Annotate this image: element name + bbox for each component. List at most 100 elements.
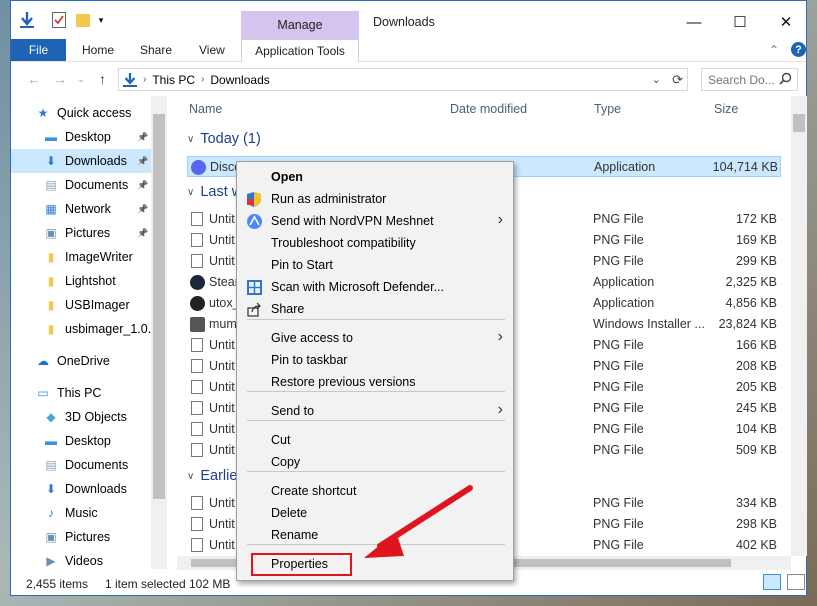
png-file-icon	[191, 254, 203, 268]
file-size: 4,856 KB	[725, 296, 777, 310]
quick-access-download-icon[interactable]	[19, 11, 35, 29]
file-size: 104 KB	[735, 422, 777, 436]
column-header-name[interactable]: Name	[189, 96, 222, 122]
column-header-size[interactable]: Size	[714, 96, 738, 122]
status-selection: 1 item selected	[105, 577, 186, 591]
nav-item[interactable]: ♪ Music	[11, 501, 151, 525]
menu-item-pin-to-start[interactable]: Pin to Start	[237, 254, 513, 276]
star-icon: ★	[37, 106, 49, 120]
nav-item[interactable]: ▣ Pictures 📌	[11, 221, 151, 245]
manage-context-tab[interactable]: Manage	[241, 11, 359, 39]
nav-item[interactable]: ▤ Documents	[11, 453, 151, 477]
nav-item-label: ImageWriter	[65, 250, 133, 264]
ribbon-tabs: File Home Share View Application Tools ⌃…	[11, 39, 806, 62]
nav-item-label: This PC	[57, 386, 102, 400]
group-earlier[interactable]: ∨ Earlier	[187, 468, 242, 484]
file-type: Windows Installer ...	[593, 317, 705, 331]
address-box[interactable]: › This PC › Downloads ⌄ ⟳	[118, 68, 688, 91]
details-view-icon[interactable]	[763, 574, 781, 590]
nav-item[interactable]: ▣ Pictures	[11, 525, 151, 549]
close-button[interactable]: ✕	[771, 9, 801, 35]
nav-item[interactable]: ▶ Videos	[11, 549, 151, 569]
menu-item-send-with-nordvpn-meshnet[interactable]: Send with NordVPN Meshnet ›	[237, 210, 513, 232]
nav-item-label: USBImager	[65, 298, 130, 312]
navigation-scrollbar-thumb[interactable]	[153, 114, 165, 499]
nav-item[interactable]: ⬇ Downloads	[11, 477, 151, 501]
nav-item[interactable]: ▮ Lightshot	[11, 269, 151, 293]
column-header-type[interactable]: Type	[594, 96, 621, 122]
forward-button[interactable]: →	[53, 71, 67, 87]
nav-item-label: Downloads	[65, 154, 127, 168]
menu-item-give-access-to[interactable]: Give access to ›	[237, 327, 513, 349]
group-today[interactable]: ∨ Today (1)	[187, 131, 261, 147]
menu-item-open[interactable]: Open	[237, 166, 513, 188]
tab-home[interactable]: Home	[82, 39, 114, 61]
nav-item[interactable]: ★ Quick access	[11, 101, 151, 125]
menu-item-restore-previous-versions[interactable]: Restore previous versions	[237, 371, 513, 393]
nav-item[interactable]: ☁ OneDrive	[11, 349, 151, 373]
file-type: PNG File	[593, 359, 644, 373]
menu-item-pin-to-taskbar[interactable]: Pin to taskbar	[237, 349, 513, 371]
minimize-button[interactable]: —	[679, 9, 709, 35]
up-button[interactable]: ↑	[99, 71, 106, 87]
large-icons-view-icon[interactable]	[787, 574, 805, 590]
address-dropdown-icon[interactable]: ⌄	[652, 73, 661, 86]
file-size: 104,714 KB	[712, 160, 778, 174]
menu-item-run-as-administrator[interactable]: Run as administrator	[237, 188, 513, 210]
file-type: PNG File	[593, 233, 644, 247]
nav-item[interactable]: ▭ This PC	[11, 381, 151, 405]
menu-item-troubleshoot-compatibility[interactable]: Troubleshoot compatibility	[237, 232, 513, 254]
recent-locations-button[interactable]: ⌄	[77, 74, 85, 85]
nav-item[interactable]: ▬ Desktop 📌	[11, 125, 151, 149]
nav-item[interactable]: ▦ Network 📌	[11, 197, 151, 221]
expand-ribbon-icon[interactable]: ⌃	[769, 39, 779, 61]
menu-item-copy[interactable]: Copy	[237, 451, 513, 473]
file-list-scrollbar-thumb[interactable]	[793, 114, 805, 132]
menu-item-share[interactable]: Share	[237, 298, 513, 320]
breadcrumb-this-pc[interactable]: This PC	[152, 73, 195, 87]
menu-item-send-to[interactable]: Send to ›	[237, 400, 513, 422]
png-file-icon	[191, 380, 203, 394]
nav-item[interactable]: ▬ Desktop	[11, 429, 151, 453]
png-file-icon	[191, 496, 203, 510]
nav-item[interactable]: ⬇ Downloads 📌	[11, 149, 151, 173]
menu-item-label: Give access to	[271, 331, 353, 345]
back-button[interactable]: ←	[27, 71, 41, 87]
tab-file[interactable]: File	[11, 39, 66, 61]
tab-share[interactable]: Share	[140, 39, 172, 61]
refresh-icon[interactable]: ⟳	[672, 72, 683, 88]
file-size: 299 KB	[735, 254, 777, 268]
nav-item[interactable]: ▮ usbimager_1.0.10	[11, 317, 151, 341]
nav-item-label: Quick access	[57, 106, 132, 120]
png-file-icon	[191, 359, 203, 373]
search-input[interactable]: Search Do...	[701, 68, 798, 91]
network-icon: ▦	[45, 202, 57, 216]
tab-application-tools[interactable]: Application Tools	[241, 39, 359, 62]
column-header-date[interactable]: Date modified	[450, 96, 527, 122]
nav-item-label: Documents	[65, 178, 129, 192]
menu-item-label: Pin to Start	[271, 258, 333, 272]
nav-item[interactable]: ▮ USBImager	[11, 293, 151, 317]
tab-view[interactable]: View	[199, 39, 225, 61]
pin-icon: 📌	[137, 131, 149, 142]
onedrive-icon: ☁	[37, 354, 49, 368]
nav-item[interactable]: ◆ 3D Objects	[11, 405, 151, 429]
file-list-scrollbar[interactable]	[791, 96, 807, 556]
help-icon[interactable]: ?	[791, 42, 806, 57]
breadcrumb-downloads[interactable]: Downloads	[210, 73, 269, 87]
new-folder-icon[interactable]	[75, 11, 91, 29]
customize-toolbar-icon[interactable]: ▾	[95, 11, 107, 29]
maximize-button[interactable]: ☐	[725, 9, 755, 35]
defender-icon	[246, 279, 262, 295]
navigation-scrollbar[interactable]	[151, 96, 167, 569]
search-placeholder: Search Do...	[708, 72, 775, 87]
png-file-icon	[191, 212, 203, 226]
file-type: PNG File	[593, 517, 644, 531]
nav-item[interactable]: ▮ ImageWriter	[11, 245, 151, 269]
documents-icon: ▤	[45, 458, 57, 472]
menu-item-scan-with-microsoft-defender[interactable]: Scan with Microsoft Defender...	[237, 276, 513, 298]
folder-icon: ▮	[47, 250, 55, 264]
nav-item[interactable]: ▤ Documents 📌	[11, 173, 151, 197]
menu-item-cut[interactable]: Cut	[237, 429, 513, 451]
properties-check-icon[interactable]	[51, 11, 67, 29]
